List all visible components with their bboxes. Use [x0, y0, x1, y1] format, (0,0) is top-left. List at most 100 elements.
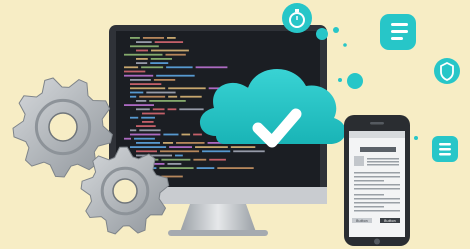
phone-text-line	[354, 188, 400, 190]
phone-text-line	[354, 210, 400, 212]
code-token	[136, 108, 150, 111]
phone-header-bar	[349, 131, 405, 138]
shield-icon	[434, 58, 460, 84]
phone-speaker	[370, 122, 384, 125]
code-token	[209, 158, 226, 161]
phone-text-line	[367, 161, 399, 163]
code-token	[139, 129, 161, 132]
phone-text-line	[354, 206, 384, 208]
phone-text-line	[354, 202, 400, 204]
dot	[316, 28, 328, 40]
code-token	[150, 62, 169, 64]
code-token	[176, 142, 205, 144]
code-token	[124, 74, 154, 77]
code-token	[130, 91, 144, 94]
phone-button-label: Button	[384, 219, 396, 223]
code-token	[165, 53, 186, 56]
code-token	[162, 142, 174, 144]
code-token	[136, 41, 152, 43]
code-token	[217, 167, 254, 169]
code-token	[136, 49, 148, 52]
code-token	[195, 66, 228, 69]
code-token	[149, 100, 186, 102]
phone-text-line	[354, 176, 400, 178]
code-token	[156, 74, 195, 77]
phone-text-line	[354, 194, 384, 196]
code-token	[202, 150, 231, 153]
code-token	[154, 41, 184, 43]
code-token	[169, 146, 193, 148]
code-token	[136, 100, 147, 102]
dot	[414, 136, 418, 140]
code-token	[196, 167, 215, 169]
code-token	[136, 142, 160, 144]
monitor-base	[168, 230, 268, 236]
illustration-stage: Button Button	[0, 0, 470, 249]
code-token	[130, 45, 159, 48]
code-token	[124, 53, 163, 56]
code-token	[179, 108, 204, 111]
code-token	[167, 163, 182, 165]
code-token	[142, 121, 154, 123]
code-token	[136, 125, 156, 127]
code-token	[130, 87, 166, 90]
list-icon	[432, 136, 458, 162]
code-token	[181, 133, 191, 136]
code-token	[130, 95, 137, 98]
code-token	[141, 66, 164, 69]
code-token	[193, 133, 202, 136]
illustration-canvas: Button Button	[12, 3, 460, 246]
code-token	[124, 66, 139, 69]
phone-home-button	[374, 238, 380, 245]
dot	[343, 43, 347, 47]
code-token	[130, 129, 137, 132]
code-token	[130, 116, 139, 119]
code-token	[150, 58, 172, 60]
phone-text-line	[354, 180, 384, 182]
code-token	[136, 62, 148, 64]
code-token	[142, 37, 165, 39]
list-icon	[380, 14, 416, 50]
code-token	[233, 150, 265, 153]
monitor-stand	[180, 204, 256, 232]
code-token	[136, 150, 157, 153]
code-token	[159, 167, 194, 169]
dot	[333, 27, 339, 33]
code-token	[166, 37, 176, 39]
code-token	[139, 95, 166, 98]
code-token	[230, 146, 256, 148]
code-token	[163, 133, 179, 136]
code-token	[175, 154, 183, 157]
code-token	[130, 37, 140, 39]
code-token	[130, 146, 167, 148]
stopwatch-icon	[282, 3, 312, 33]
code-token	[195, 146, 228, 148]
code-token	[146, 91, 176, 94]
code-token	[136, 58, 148, 60]
code-token	[134, 137, 155, 140]
code-token	[152, 108, 165, 111]
phone-thumbnail	[354, 156, 364, 166]
code-token	[136, 154, 172, 157]
code-token	[124, 104, 154, 106]
phone-text-line	[354, 172, 400, 174]
code-token	[130, 133, 161, 136]
code-token	[166, 66, 193, 69]
code-token	[167, 108, 177, 111]
code-token	[161, 158, 191, 161]
code-token	[141, 116, 155, 119]
code-token	[168, 95, 178, 98]
code-token	[159, 150, 200, 153]
smartphone: Button Button	[344, 115, 410, 246]
code-token	[153, 79, 176, 81]
code-token	[150, 49, 189, 52]
phone-text-line	[367, 164, 399, 166]
phone-text-line	[354, 198, 400, 200]
phone-text-line	[354, 184, 400, 186]
code-token	[130, 79, 151, 81]
code-token	[193, 158, 207, 161]
code-token	[124, 70, 146, 73]
code-token	[168, 87, 206, 90]
code-token	[130, 83, 162, 85]
code-token	[124, 137, 131, 140]
